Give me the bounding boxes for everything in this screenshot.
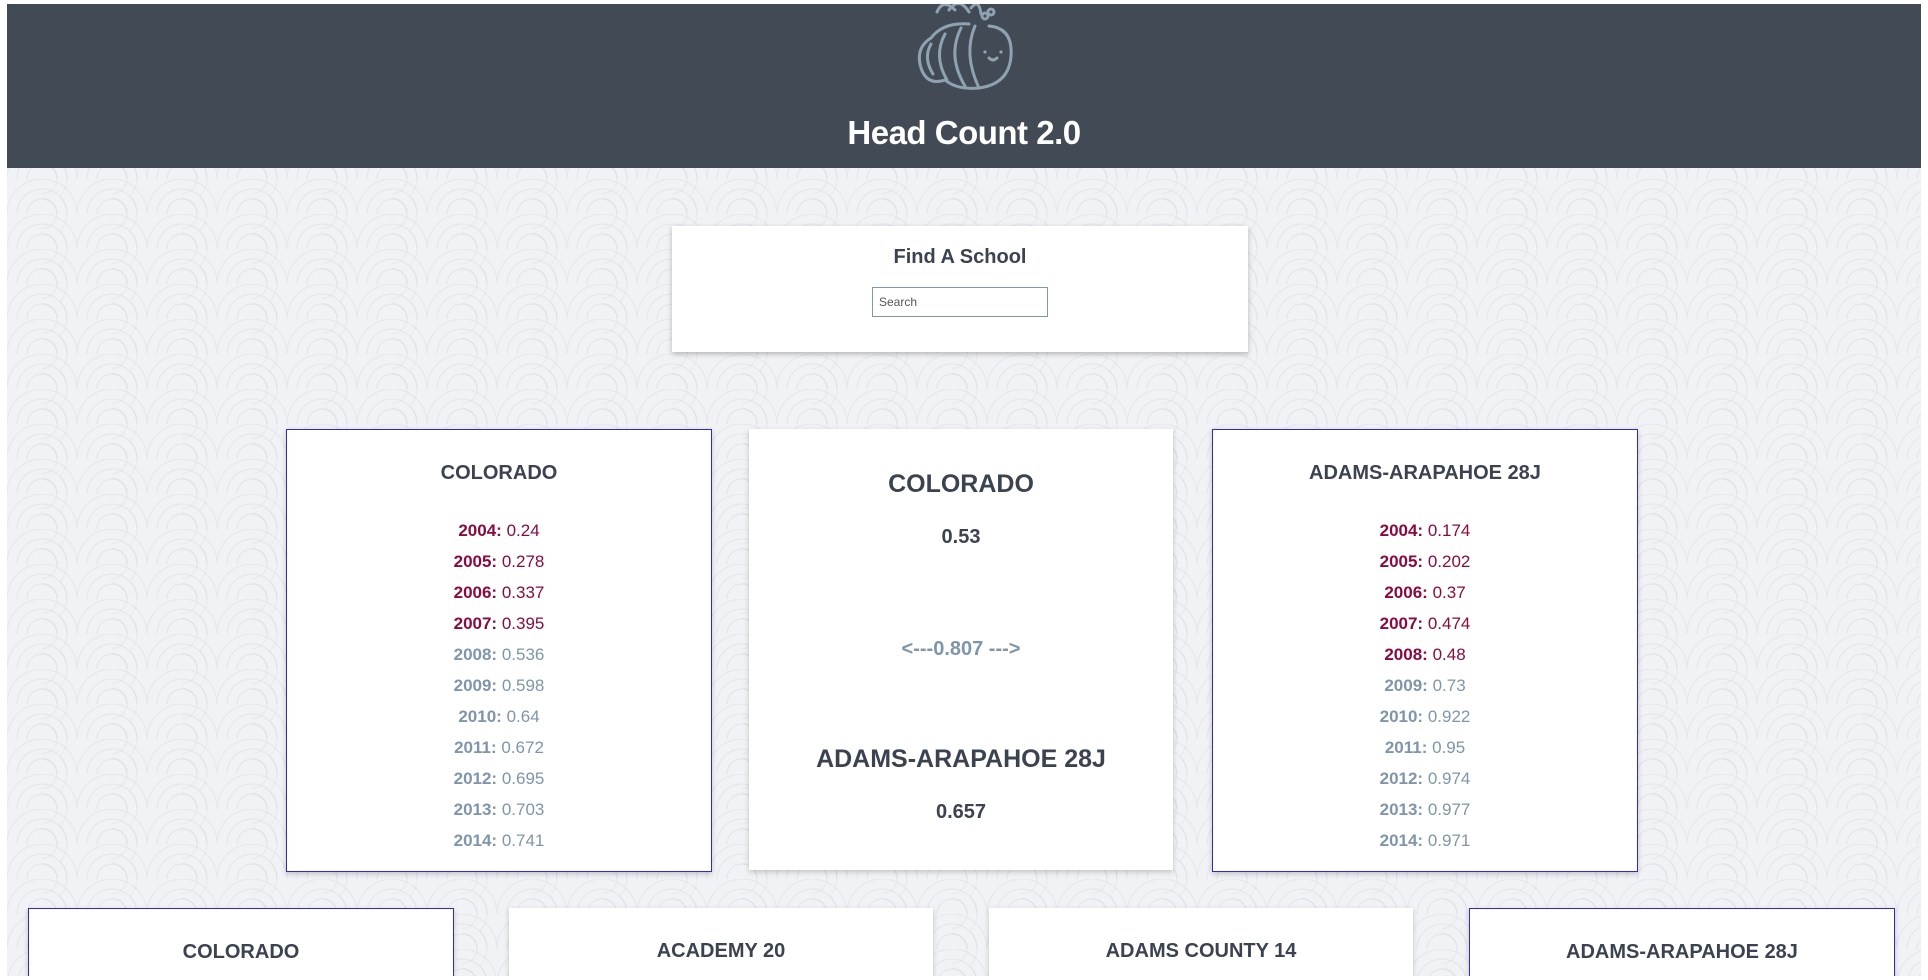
year-row: 2009: 0.73 [1213,670,1637,701]
selected-district-card[interactable]: ADAMS-ARAPAHOE 28J 2004: 0.174 2005: 0.2… [1212,429,1638,872]
year-row: 2007: 0.474 [1213,608,1637,639]
year-value: 0.536 [501,645,545,664]
year-label: 2008: [1384,645,1428,664]
year-value: 0.971 [1427,831,1471,850]
year-row: 2005: 0.202 [1213,546,1637,577]
year-label: 2004: [458,521,502,540]
year-label: 2006: [1384,583,1428,602]
year-row: 2012: 0.695 [287,763,711,794]
district-name: ADAMS-ARAPAHOE 28J [1566,941,1798,963]
year-label: 2007: [1379,614,1424,633]
district-card[interactable]: COLORADO [28,908,454,976]
year-row: 2014: 0.741 [287,825,711,856]
year-label: 2011: [1384,738,1428,757]
year-value: 0.395 [501,614,545,633]
year-row: 2013: 0.977 [1213,794,1637,825]
year-row: 2004: 0.174 [1213,515,1637,546]
year-value: 0.48 [1432,645,1466,664]
year-label: 2004: [1379,521,1424,540]
comparison-first-name: COLORADO [888,470,1034,498]
year-list: 2004: 0.24 2005: 0.278 2006: 0.337 2007:… [287,515,711,856]
year-value: 0.202 [1427,552,1471,571]
year-label: 2005: [1379,552,1424,571]
year-label: 2010: [1379,707,1424,726]
district-name: ACADEMY 20 [656,940,786,962]
year-value: 0.95 [1432,738,1466,757]
app-header: Head Count 2.0 [7,4,1921,168]
year-row: 2006: 0.337 [287,577,711,608]
comparison-ratio: <---0.807 ---> [901,638,1021,660]
app-viewport: Head Count 2.0 Find A School COLORADO 20… [7,4,1921,976]
year-value: 0.474 [1427,614,1471,633]
year-label: 2010: [458,707,502,726]
district-name: ADAMS-ARAPAHOE 28J [1309,462,1541,484]
year-label: 2005: [453,552,498,571]
search-card: Find A School [672,226,1248,352]
bee-logo-icon [917,4,1013,90]
year-value: 0.73 [1432,676,1466,695]
district-name: COLORADO [182,941,300,963]
year-row: 2014: 0.971 [1213,825,1637,856]
year-row: 2007: 0.395 [287,608,711,639]
year-value: 0.278 [501,552,545,571]
district-name: ADAMS COUNTY 14 [1105,940,1297,962]
year-row: 2008: 0.48 [1213,639,1637,670]
year-label: 2012: [1379,769,1424,788]
year-label: 2006: [453,583,498,602]
district-card[interactable]: ADAMS COUNTY 14 [989,908,1413,976]
year-value: 0.598 [501,676,545,695]
year-row: 2011: 0.672 [287,732,711,763]
year-list: 2004: 0.174 2005: 0.202 2006: 0.37 2007:… [1213,515,1637,856]
year-row: 2006: 0.37 [1213,577,1637,608]
year-value: 0.37 [1432,583,1466,602]
year-row: 2008: 0.536 [287,639,711,670]
year-row: 2013: 0.703 [287,794,711,825]
year-label: 2009: [1384,676,1428,695]
year-label: 2007: [453,614,498,633]
year-row: 2004: 0.24 [287,515,711,546]
year-label: 2013: [453,800,498,819]
year-value: 0.337 [501,583,545,602]
year-value: 0.977 [1427,800,1471,819]
district-name: COLORADO [440,462,558,484]
year-row: 2012: 0.974 [1213,763,1637,794]
search-input[interactable] [872,287,1048,317]
year-label: 2012: [453,769,498,788]
year-row: 2009: 0.598 [287,670,711,701]
year-row: 2005: 0.278 [287,546,711,577]
year-value: 0.174 [1427,521,1471,540]
year-value: 0.922 [1427,707,1471,726]
comparison-second-value: 0.657 [935,801,987,823]
year-value: 0.64 [506,707,540,726]
year-label: 2008: [453,645,498,664]
year-row: 2010: 0.922 [1213,701,1637,732]
year-label: 2014: [1379,831,1424,850]
year-value: 0.24 [506,521,540,540]
year-row: 2010: 0.64 [287,701,711,732]
app-title: Head Count 2.0 [847,114,1081,151]
comparison-card: COLORADO 0.53 <---0.807 ---> ADAMS-ARAPA… [749,429,1173,870]
year-row: 2011: 0.95 [1213,732,1637,763]
year-label: 2013: [1379,800,1424,819]
selected-district-card[interactable]: COLORADO 2004: 0.24 2005: 0.278 2006: 0.… [286,429,712,872]
district-card[interactable]: ACADEMY 20 [509,908,933,976]
comparison-first-value: 0.53 [941,526,981,548]
year-label: 2014: [453,831,498,850]
year-label: 2011: [454,738,497,757]
year-label: 2009: [453,676,498,695]
comparison-second-name: ADAMS-ARAPAHOE 28J [816,745,1106,773]
year-value: 0.695 [501,769,545,788]
search-title: Find A School [893,246,1027,268]
year-value: 0.974 [1427,769,1471,788]
year-value: 0.672 [501,738,544,757]
year-value: 0.741 [501,831,545,850]
year-value: 0.703 [501,800,545,819]
district-card[interactable]: ADAMS-ARAPAHOE 28J [1469,908,1895,976]
